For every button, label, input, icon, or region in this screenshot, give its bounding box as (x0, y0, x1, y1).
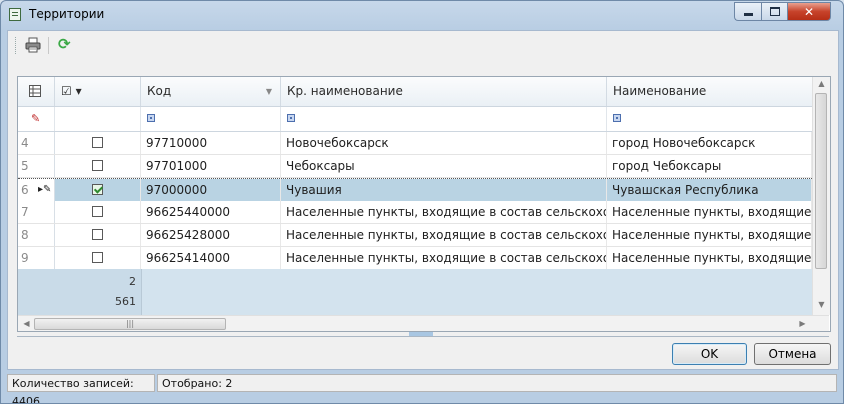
dialog-window: Территории ✕ ⟳ ☑ ▾ Код ▼ Кр. наименовани… (0, 0, 844, 404)
records-count: Количество записей: 4406 (7, 374, 155, 403)
toolbar-grip[interactable] (15, 37, 18, 54)
filter-short-name-cell[interactable] (281, 107, 607, 131)
cell-name[interactable]: Чувашская Республика (607, 179, 812, 201)
title-bar[interactable]: Территории ✕ (1, 1, 843, 29)
column-chooser-header[interactable] (18, 77, 55, 106)
filter-icon (613, 114, 621, 122)
row-select-cell[interactable] (55, 155, 141, 177)
footer-summary-value: 2 (129, 275, 136, 288)
filter-row: ✎ (18, 107, 812, 132)
row-checkbox[interactable] (92, 184, 103, 195)
filter-check-cell[interactable] (55, 107, 141, 131)
window-icon (9, 8, 21, 21)
column-header-name[interactable]: Наименование (607, 77, 812, 106)
filter-code-cell[interactable] (141, 107, 281, 131)
dialog-client-area: ⟳ ☑ ▾ Код ▼ Кр. наименование Наименовани… (7, 30, 839, 370)
cell-num: 8 (18, 224, 55, 246)
row-select-cell[interactable] (55, 224, 141, 246)
filter-name-cell[interactable] (607, 107, 812, 131)
row-select-cell[interactable] (55, 201, 141, 223)
scroll-up-icon[interactable]: ▲ (813, 79, 830, 88)
horizontal-scroll-thumb[interactable]: ||| (34, 318, 226, 330)
cell-name[interactable]: город Новочебоксарск (607, 132, 812, 154)
vertical-scrollbar[interactable]: ▲ ▼ (812, 77, 830, 315)
cell-short[interactable]: Населенные пункты, входящие в состав сел… (281, 224, 607, 246)
maximize-button[interactable] (761, 2, 787, 21)
table-row[interactable]: 6 ▸✎ 97000000 Чувашия Чувашская Республика (18, 178, 812, 201)
cell-num: 4 (18, 132, 55, 154)
panel-splitter[interactable] (17, 332, 829, 337)
row-checkbox[interactable] (92, 137, 103, 148)
status-bar: Количество записей: 4406 Отобрано: 2 (7, 373, 837, 403)
vertical-scroll-thumb[interactable] (815, 93, 827, 269)
filter-clear-cell[interactable]: ✎ (18, 107, 55, 131)
row-checkbox[interactable] (92, 252, 103, 263)
window-title: Территории (29, 7, 105, 21)
toolbar-separator (48, 37, 49, 54)
row-checkbox[interactable] (92, 229, 103, 240)
cell-num: 5 (18, 155, 55, 177)
cancel-button[interactable]: Отмена (754, 343, 831, 365)
footer-summary-cell: 2 561 (18, 269, 142, 315)
footer-summary-value: 561 (115, 295, 136, 308)
grid-header: ☑ ▾ Код ▼ Кр. наименование Наименование (18, 77, 812, 107)
table-row[interactable]: 8 96625428000 Населенные пункты, входящие … (18, 224, 812, 247)
table-row[interactable]: 5 97701000 Чебоксары город Чебоксары (18, 155, 812, 178)
close-button[interactable]: ✕ (787, 2, 831, 21)
cell-short[interactable]: Чебоксары (281, 155, 607, 177)
sort-chevron-icon: ▼ (265, 87, 272, 96)
cell-num: 7 (18, 201, 55, 223)
cell-short[interactable]: Чувашия (281, 179, 607, 201)
grid-layout-icon (29, 85, 41, 97)
row-checkbox[interactable] (92, 160, 103, 171)
minimize-button[interactable] (734, 2, 761, 21)
territories-grid: ☑ ▾ Код ▼ Кр. наименование Наименование … (17, 76, 831, 332)
selected-count: Отобрано: 2 (157, 374, 837, 392)
table-row[interactable]: 9 96625414000 Населенные пункты, входящие … (18, 247, 812, 270)
splitter-grip[interactable] (409, 332, 433, 336)
cell-code[interactable]: 97701000 (141, 155, 281, 177)
row-select-cell[interactable] (55, 132, 141, 154)
scroll-right-icon[interactable]: ▶ (794, 319, 811, 328)
cell-code[interactable]: 97000000 (141, 179, 281, 201)
cell-short[interactable]: Новочебоксарск (281, 132, 607, 154)
refresh-icon[interactable]: ⟳ (58, 36, 74, 52)
cell-code[interactable]: 96625414000 (141, 247, 281, 269)
filter-icon (147, 114, 155, 122)
scroll-down-icon[interactable]: ▼ (813, 300, 830, 309)
row-checkbox[interactable] (92, 206, 103, 217)
cell-short[interactable]: Населенные пункты, входящие в состав сел… (281, 247, 607, 269)
edit-pencil-icon: ▸✎ (38, 184, 52, 195)
cell-num: 9 (18, 247, 55, 269)
table-row[interactable]: 4 97710000 Новочебоксарск город Новочебокса… (18, 132, 812, 155)
column-header-code[interactable]: Код ▼ (141, 77, 281, 106)
pin-icon: ✎ (31, 112, 41, 125)
row-select-cell[interactable] (55, 179, 141, 201)
table-row[interactable]: 7 96625440000 Населенные пункты, входящие … (18, 201, 812, 224)
column-header-short-name[interactable]: Кр. наименование (281, 77, 607, 106)
scroll-left-icon[interactable]: ◀ (18, 319, 35, 328)
ok-button[interactable]: OK (672, 343, 747, 365)
horizontal-scrollbar[interactable]: ◀ ||| ▶ (18, 315, 829, 331)
minimize-icon (743, 13, 753, 16)
cell-name[interactable]: Населенные пункты, входящие в состав (607, 201, 812, 223)
cell-code[interactable]: 96625428000 (141, 224, 281, 246)
cell-name[interactable]: город Чебоксары (607, 155, 812, 177)
toolbar: ⟳ (8, 31, 838, 61)
cell-name[interactable]: Населенные пункты, входящие в состав (607, 247, 812, 269)
cell-code[interactable]: 97710000 (141, 132, 281, 154)
cell-code[interactable]: 96625440000 (141, 201, 281, 223)
row-select-cell[interactable] (55, 247, 141, 269)
cell-num: 6 ▸✎ (18, 179, 55, 201)
column-header-check[interactable]: ☑ ▾ (55, 77, 141, 106)
maximize-icon (769, 7, 780, 16)
cell-name[interactable]: Населенные пункты, входящие в состав (607, 224, 812, 246)
close-icon: ✕ (803, 4, 815, 19)
printer-icon[interactable] (25, 37, 41, 53)
column-header-code-label: Код (147, 84, 172, 98)
cell-short[interactable]: Населенные пункты, входящие в состав сел… (281, 201, 607, 223)
filter-icon (287, 114, 295, 122)
grid-footer: 2 561 (18, 269, 812, 315)
